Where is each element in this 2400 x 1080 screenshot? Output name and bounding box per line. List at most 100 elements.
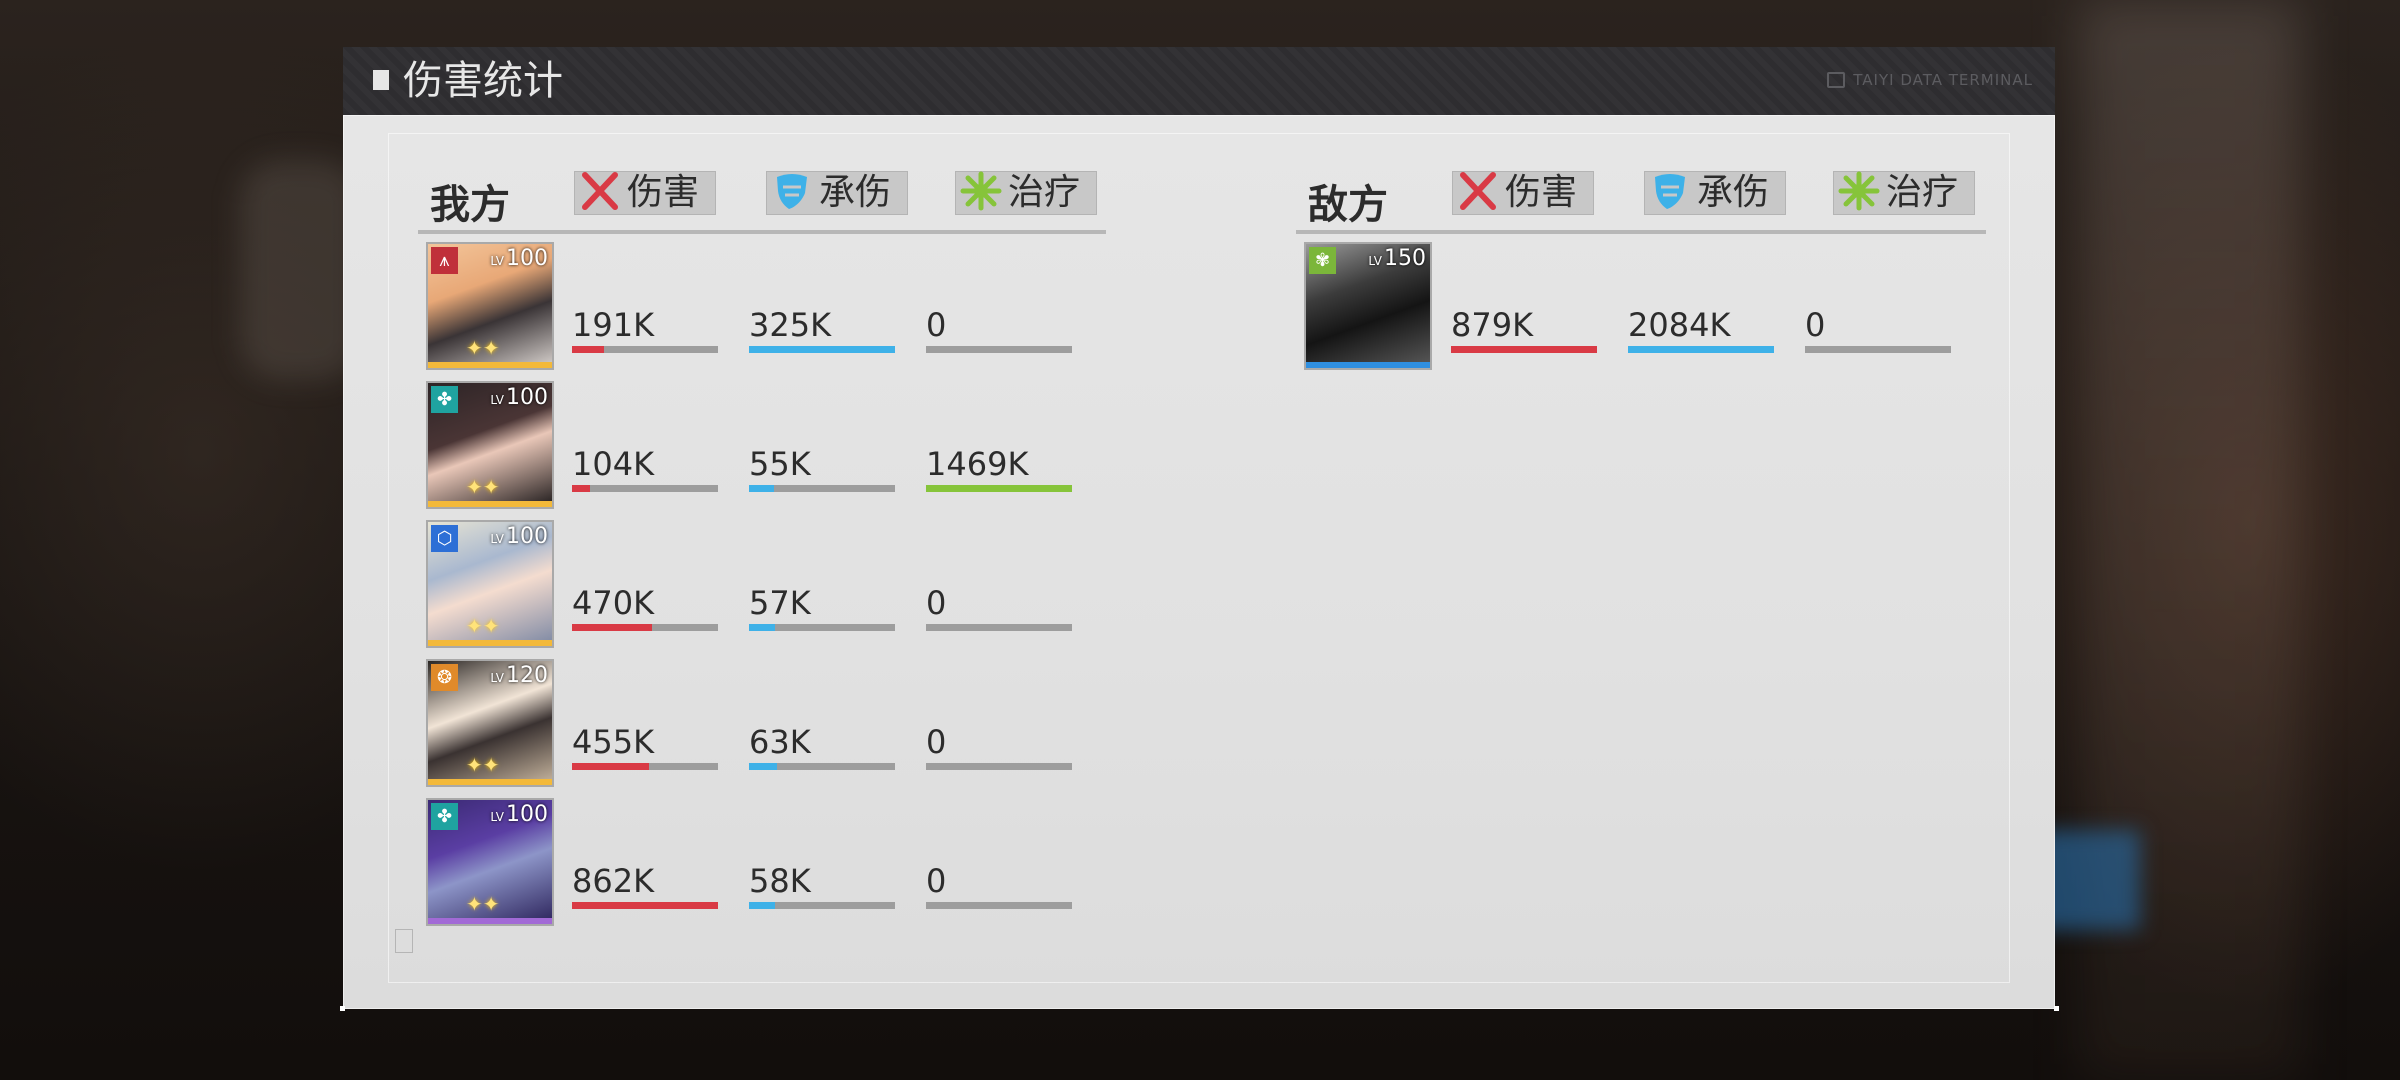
level-value: 100 — [506, 524, 548, 549]
rarity-strip — [428, 362, 552, 368]
terminal-icon — [1827, 72, 1846, 88]
level-badge: LV100 — [490, 385, 548, 410]
shield-icon — [1649, 171, 1691, 215]
ally-tab-damage[interactable]: 伤害 — [574, 171, 716, 215]
heal-value: 0 — [926, 723, 947, 761]
heal-value: 0 — [1805, 306, 1826, 344]
damage-value: 470K — [572, 584, 655, 622]
tab-label: 治疗 — [1008, 172, 1081, 213]
taken-value: 55K — [749, 445, 811, 483]
corner-dot — [340, 1006, 345, 1011]
shield-icon — [771, 171, 813, 215]
heal-bar — [926, 346, 1072, 353]
ally-character-card[interactable]: ❂ LV120 ✦✦ — [426, 659, 554, 787]
taken-bar-fill — [749, 485, 774, 492]
ally-heal-stat: 0 — [926, 586, 1072, 631]
ally-taken-stat: 58K — [749, 862, 895, 909]
ally-taken-stat: 325K — [749, 306, 895, 353]
ally-taken-stat: 55K — [749, 445, 895, 492]
document-icon — [395, 929, 413, 953]
taken-value: 57K — [749, 584, 811, 622]
damage-bar — [572, 902, 718, 909]
ally-damage-stat: 104K — [572, 445, 718, 492]
leaf-icon: ✾ — [1309, 247, 1336, 274]
enemy-tab-damage[interactable]: 伤害 — [1452, 171, 1594, 215]
ally-damage-stat: 455K — [572, 725, 718, 770]
damage-bar-fill — [572, 902, 718, 909]
taken-bar — [1628, 346, 1774, 353]
enemy-taken-stat: 2084K — [1628, 308, 1774, 353]
crossed-swords-icon — [579, 171, 621, 215]
ally-damage-stat: 470K — [572, 584, 718, 631]
tab-label: 治疗 — [1886, 172, 1959, 213]
level-badge: LV100 — [490, 802, 548, 827]
enemy-tab-heal[interactable]: 治疗 — [1833, 171, 1975, 215]
damage-bar-fill — [572, 624, 652, 631]
rarity-strip — [428, 640, 552, 646]
damage-bar-fill — [572, 763, 650, 770]
level-badge: LV100 — [490, 246, 548, 271]
rarity-strip — [428, 918, 552, 924]
taken-bar — [749, 485, 895, 492]
damage-bar — [1451, 346, 1597, 353]
enemy-title: 敌方 — [1308, 182, 1388, 228]
level-value: 120 — [506, 663, 548, 688]
title-square-icon — [373, 70, 389, 90]
taken-bar-fill — [749, 624, 776, 631]
enemy-tab-taken[interactable]: 承伤 — [1644, 171, 1786, 215]
damage-bar-fill — [1451, 346, 1597, 353]
ally-heal-stat: 0 — [926, 306, 1072, 353]
taken-bar — [749, 624, 895, 631]
rank-stars-icon: ✦✦ — [466, 614, 500, 638]
panel-header: 伤害统计 TAIYI DATA TERMINAL — [343, 47, 2055, 115]
taken-value: 325K — [749, 306, 832, 344]
ally-tab-heal[interactable]: 治疗 — [955, 171, 1097, 215]
enemy-heal-stat: 0 — [1805, 306, 1951, 353]
ally-damage-stat: 191K — [572, 306, 718, 353]
enemy-header-underline — [1296, 230, 1986, 234]
rarity-strip — [428, 779, 552, 785]
damage-bar — [572, 624, 718, 631]
body-frame — [388, 133, 2010, 983]
taken-value: 63K — [749, 723, 811, 761]
terminal-label: TAIYI DATA TERMINAL — [1827, 71, 2033, 89]
rarity-strip — [1306, 362, 1430, 368]
hexagon-icon: ⬡ — [431, 525, 458, 552]
tower-icon: ⩚ — [431, 247, 458, 274]
heal-bar — [1805, 346, 1951, 353]
heal-value: 0 — [926, 306, 947, 344]
heal-value: 0 — [926, 862, 947, 900]
ally-title: 我方 — [430, 182, 510, 228]
level-badge: LV150 — [1368, 246, 1426, 271]
taken-bar — [749, 763, 895, 770]
rank-stars-icon: ✦✦ — [466, 892, 500, 916]
level-value: 150 — [1384, 246, 1426, 271]
ally-taken-stat: 57K — [749, 584, 895, 631]
ally-character-card[interactable]: ⩚ LV100 ✦✦ — [426, 242, 554, 370]
heal-bar — [926, 763, 1072, 770]
tab-label: 伤害 — [627, 172, 700, 213]
level-badge: LV120 — [490, 663, 548, 688]
flower-icon: ✤ — [431, 803, 458, 830]
damage-value: 191K — [572, 306, 655, 344]
panel-title: 伤害统计 — [403, 58, 563, 104]
level-value: 100 — [506, 802, 548, 827]
level-value: 100 — [506, 246, 548, 271]
heal-burst-icon — [960, 171, 1002, 215]
level-value: 100 — [506, 385, 548, 410]
ally-character-card[interactable]: ✤ LV100 ✦✦ — [426, 381, 554, 509]
rank-stars-icon: ✦✦ — [466, 753, 500, 777]
ally-character-card[interactable]: ⬡ LV100 ✦✦ — [426, 520, 554, 648]
taken-value: 58K — [749, 862, 811, 900]
enemy-character-card[interactable]: ✾ LV150 — [1304, 242, 1432, 370]
crossed-swords-icon — [1457, 171, 1499, 215]
heal-bar — [926, 624, 1072, 631]
ally-character-card[interactable]: ✤ LV100 ✦✦ — [426, 798, 554, 926]
heal-bar — [926, 902, 1072, 909]
ally-heal-stat: 0 — [926, 862, 1072, 909]
ally-tab-taken[interactable]: 承伤 — [766, 171, 908, 215]
damage-value: 862K — [572, 862, 655, 900]
ally-taken-stat: 63K — [749, 723, 895, 770]
taken-bar — [749, 346, 895, 353]
damage-value: 104K — [572, 445, 655, 483]
